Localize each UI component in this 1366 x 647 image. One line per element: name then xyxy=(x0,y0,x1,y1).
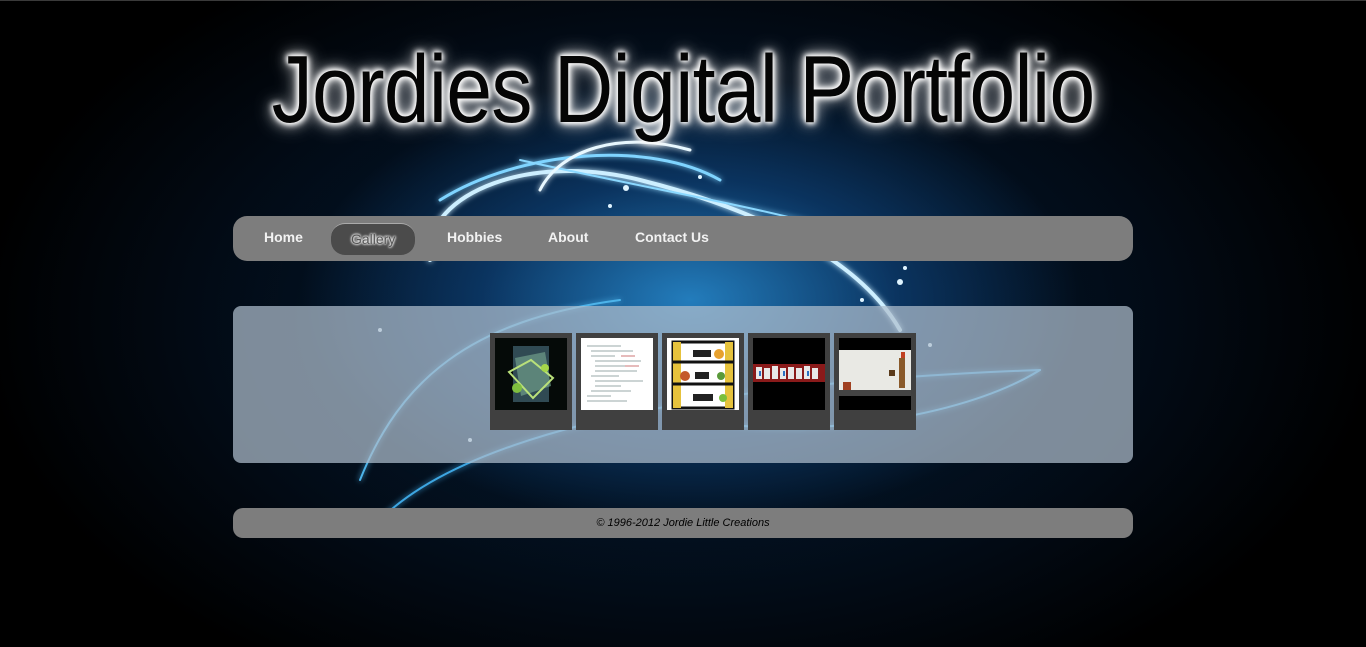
site-title: Jordies Digital Portfolio xyxy=(271,36,1096,143)
graffiti-banner-image xyxy=(753,338,825,410)
dark-cube-artwork-image xyxy=(495,338,567,410)
gallery-thumb-3[interactable] xyxy=(662,333,744,430)
nav-about[interactable]: About xyxy=(548,216,588,261)
gallery-thumb-2[interactable] xyxy=(576,333,658,430)
gallery-thumb-5[interactable] xyxy=(834,333,916,430)
code-document-image xyxy=(581,338,653,410)
main-navigation: Home Gallery Hobbies About Contact Us xyxy=(233,216,1133,261)
footer: © 1996-2012 Jordie Little Creations xyxy=(233,508,1133,538)
page: Jordies Digital Portfolio Home Gallery H… xyxy=(0,0,1366,647)
gallery-panel xyxy=(233,306,1133,463)
copyright-text: © 1996-2012 Jordie Little Creations xyxy=(596,517,770,529)
nav-gallery[interactable]: Gallery xyxy=(331,223,416,255)
gallery-thumb-4[interactable] xyxy=(748,333,830,430)
cartoon-shelf-menu-image xyxy=(667,338,739,410)
nav-hobbies[interactable]: Hobbies xyxy=(447,216,502,261)
nav-contact-us[interactable]: Contact Us xyxy=(635,216,709,261)
nav-home[interactable]: Home xyxy=(264,216,303,261)
game-screenshot-image xyxy=(839,338,911,410)
gallery-thumb-1[interactable] xyxy=(490,333,572,430)
